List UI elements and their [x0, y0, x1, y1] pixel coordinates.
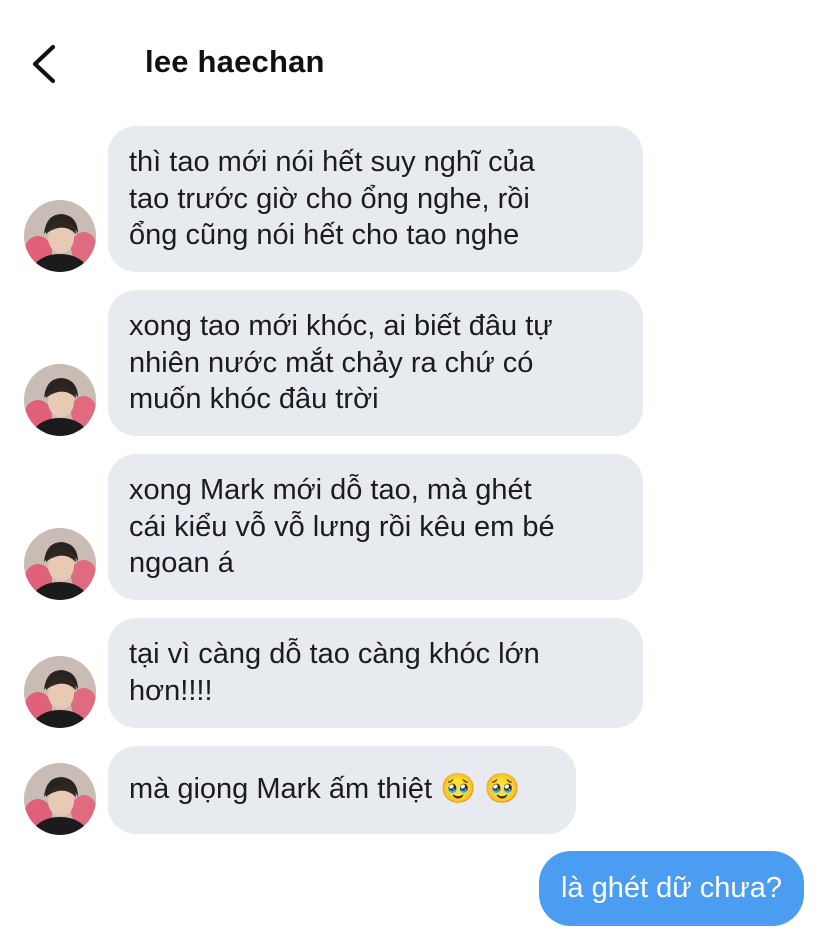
message-text-line: thì tao mới nói hết suy nghĩ của — [129, 146, 535, 178]
avatar[interactable] — [24, 656, 96, 728]
avatar[interactable] — [24, 364, 96, 436]
message-text-line: cái kiểu vỗ vỗ lưng rồi kêu em bé — [129, 510, 555, 543]
outgoing-message-bubble[interactable]: là ghét dữ chưa? — [538, 851, 804, 926]
message-bubble[interactable]: xong Mark mới dỗ tao, mà ghét cái kiểu v… — [108, 454, 643, 600]
avatar[interactable] — [24, 200, 96, 272]
message-text-line: xong tao mới khóc, ai biết đâu tự — [129, 310, 553, 342]
message-text-line: nhiên nước mắt chảy ra chứ có — [129, 346, 534, 379]
avatar[interactable] — [24, 763, 96, 835]
message-text-line: ổng cũng nói hết cho tao nghe — [129, 219, 520, 251]
contact-name[interactable]: lee haechan — [145, 44, 325, 80]
message-text-line: ngoan á — [129, 547, 234, 579]
back-button[interactable] — [26, 40, 66, 88]
message-text-line: muốn khóc đâu trời — [129, 383, 379, 415]
message-text-line: hơn!!!! — [129, 674, 213, 707]
message-bubble[interactable]: mà giọng Mark ấm thiệt 🥹 🥹 — [108, 746, 576, 834]
avatar[interactable] — [24, 528, 96, 600]
message-bubble[interactable]: tại vì càng dỗ tao càng khóc lớn hơn!!!! — [108, 618, 643, 728]
chevron-left-icon — [32, 44, 56, 84]
message-bubble[interactable]: xong tao mới khóc, ai biết đâu tự nhiên … — [108, 290, 643, 436]
message-text-line: tại vì càng dỗ tao càng khóc lớn — [129, 638, 540, 670]
message-text-line: tao trước giờ cho ổng nghe, rồi — [129, 182, 530, 215]
message-text-line: mà giọng Mark ấm thiệt 🥹 🥹 — [129, 773, 521, 805]
message-bubble[interactable]: thì tao mới nói hết suy nghĩ của tao trư… — [108, 126, 643, 272]
message-text-line: xong Mark mới dỗ tao, mà ghét — [129, 474, 532, 506]
chat-header: lee haechan — [0, 0, 826, 120]
